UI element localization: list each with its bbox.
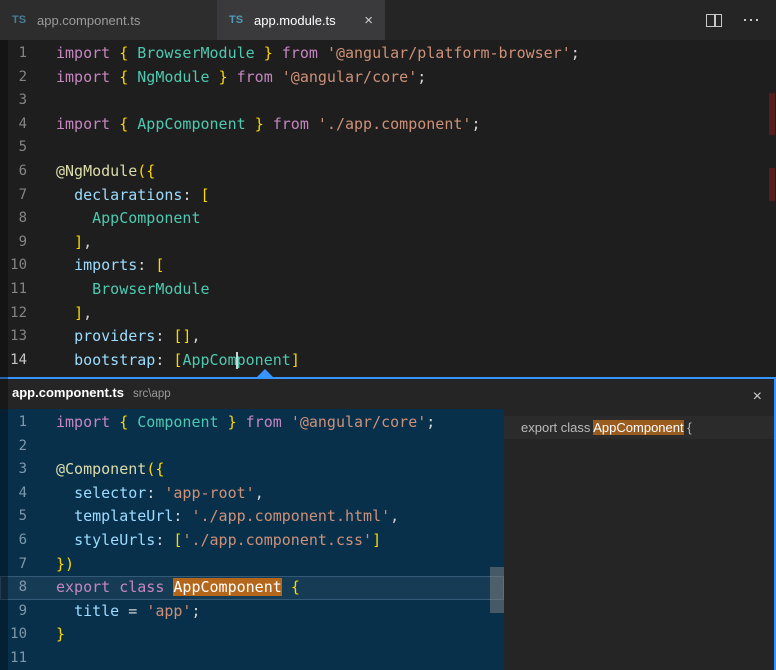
tab-app-component-ts[interactable]: TS app.component.ts (0, 0, 217, 40)
code-line-1[interactable]: 1import { BrowserModule } from '@angular… (0, 42, 776, 66)
peek-scrollbar-slider[interactable] (490, 567, 504, 613)
editor-actions: ⋯ (706, 0, 776, 40)
typescript-file-icon: TS (229, 14, 246, 26)
peek-anchor-arrow-icon (257, 369, 273, 377)
line-number: 11 (0, 278, 56, 302)
line-number: 11 (0, 647, 56, 670)
code-area: 1import { BrowserModule } from '@angular… (0, 42, 776, 372)
code-line-3[interactable]: 3 (0, 89, 776, 113)
peek-body: 1import { Component } from '@angular/cor… (0, 409, 774, 670)
peek-close-icon[interactable]: × (753, 389, 762, 405)
tab-label: app.module.ts (254, 13, 336, 28)
code-line-12[interactable]: 12 ], (0, 302, 776, 326)
code-line-3[interactable]: 3@Component({ (0, 458, 504, 482)
line-number: 13 (0, 325, 56, 349)
line-number: 14 (0, 349, 56, 373)
editor-app-module[interactable]: 1import { BrowserModule } from '@angular… (0, 40, 776, 377)
peek-result-item[interactable]: export class AppComponent { (504, 416, 774, 439)
code-line-6[interactable]: 6 styleUrls: ['./app.component.css'] (0, 529, 504, 553)
code-line-13[interactable]: 13 providers: [], (0, 325, 776, 349)
line-number: 4 (0, 482, 56, 506)
line-number: 2 (0, 435, 56, 459)
code-line-7[interactable]: 7}) (0, 553, 504, 577)
code-line-6[interactable]: 6@NgModule({ (0, 160, 776, 184)
line-number: 10 (0, 623, 56, 647)
code-line-2[interactable]: 2 (0, 435, 504, 459)
close-tab-icon[interactable]: × (364, 13, 373, 28)
code-line-10[interactable]: 10 imports: [ (0, 254, 776, 278)
line-number: 6 (0, 160, 56, 184)
line-number: 12 (0, 302, 56, 326)
peek-definition-widget: app.component.ts src\app × 1import { Com… (0, 377, 776, 670)
more-actions-icon[interactable]: ⋯ (742, 11, 760, 29)
peek-header: app.component.ts src\app × (0, 379, 774, 409)
code-line-9[interactable]: 9 ], (0, 231, 776, 255)
tab-app-module-ts[interactable]: TS app.module.ts × (217, 0, 385, 40)
line-number: 7 (0, 184, 56, 208)
overview-ruler-mark (769, 93, 775, 135)
tab-bar: TS app.component.ts TS app.module.ts × ⋯ (0, 0, 776, 40)
code-line-2[interactable]: 2import { NgModule } from '@angular/core… (0, 66, 776, 90)
peek-description: src\app (133, 388, 171, 400)
line-number: 5 (0, 136, 56, 160)
peek-editor[interactable]: 1import { Component } from '@angular/cor… (0, 409, 504, 670)
peek-title: app.component.ts (12, 385, 124, 400)
line-number: 8 (0, 207, 56, 231)
line-number: 8 (0, 576, 56, 600)
line-number: 3 (0, 89, 56, 113)
code-line-8[interactable]: 8 AppComponent (0, 207, 776, 231)
peek-references-list: export class AppComponent { (504, 409, 774, 670)
code-line-4[interactable]: 4 selector: 'app-root', (0, 482, 504, 506)
line-number: 7 (0, 553, 56, 577)
peek-code-area: 1import { Component } from '@angular/cor… (0, 411, 504, 670)
tab-label: app.component.ts (37, 13, 140, 28)
vscode-window: TS app.component.ts TS app.module.ts × ⋯… (0, 0, 776, 670)
code-line-7[interactable]: 7 declarations: [ (0, 184, 776, 208)
code-line-4[interactable]: 4import { AppComponent } from './app.com… (0, 113, 776, 137)
line-number: 9 (0, 600, 56, 624)
code-line-8[interactable]: 8export class AppComponent { (0, 576, 504, 600)
typescript-file-icon: TS (12, 14, 29, 26)
code-line-5[interactable]: 5 templateUrl: './app.component.html', (0, 505, 504, 529)
line-number: 9 (0, 231, 56, 255)
line-number: 6 (0, 529, 56, 553)
code-line-11[interactable]: 11 BrowserModule (0, 278, 776, 302)
line-number: 1 (0, 411, 56, 435)
code-line-1[interactable]: 1import { Component } from '@angular/cor… (0, 411, 504, 435)
line-number: 3 (0, 458, 56, 482)
line-number: 5 (0, 505, 56, 529)
code-line-14[interactable]: 14 bootstrap: [AppComponent] (0, 349, 776, 373)
code-line-10[interactable]: 10} (0, 623, 504, 647)
line-number: 10 (0, 254, 56, 278)
overview-ruler-mark (769, 168, 775, 201)
code-line-9[interactable]: 9 title = 'app'; (0, 600, 504, 624)
code-line-5[interactable]: 5 (0, 136, 776, 160)
line-number: 4 (0, 113, 56, 137)
line-number: 2 (0, 66, 56, 90)
split-editor-icon[interactable] (706, 14, 722, 27)
code-line-11[interactable]: 11 (0, 647, 504, 670)
line-number: 1 (0, 42, 56, 66)
